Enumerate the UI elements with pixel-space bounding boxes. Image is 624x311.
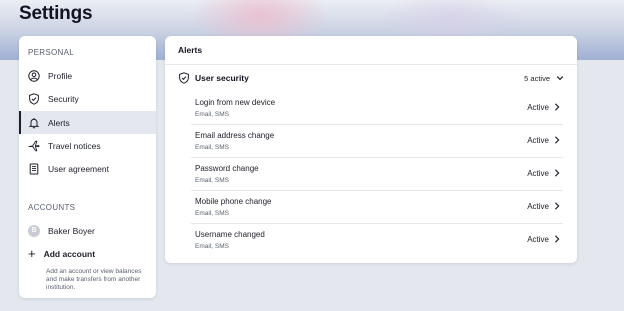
shield-icon — [28, 92, 40, 105]
alert-channels: Email, SMS — [195, 144, 229, 151]
alert-status: Active — [527, 202, 549, 211]
bell-icon — [28, 117, 40, 129]
alert-status: Active — [527, 136, 549, 145]
alert-row-mobile-phone-change[interactable]: Mobile phone change Email, SMS Active — [191, 191, 563, 224]
add-account-description: Add an account or view balances and make… — [46, 268, 142, 291]
panel-divider — [165, 64, 577, 65]
alert-status: Active — [527, 103, 549, 112]
account-item-baker-boyer[interactable]: B Baker Boyer — [19, 219, 156, 242]
sidebar-item-travel-notices[interactable]: Travel notices — [19, 134, 156, 157]
alert-title: Email address change — [195, 131, 275, 140]
sidebar-item-label: Alerts — [48, 117, 70, 128]
alert-row-login-from-new-device[interactable]: Login from new device Email, SMS Active — [191, 92, 563, 125]
sidebar-item-security[interactable]: Security — [19, 87, 156, 110]
page-title: Settings — [19, 3, 93, 24]
alert-channels: Email, SMS — [195, 177, 229, 184]
sidebar-item-label: Security — [48, 93, 79, 104]
sidebar-item-label: User agreement — [48, 163, 109, 174]
user-security-group-header[interactable]: User security 5 active — [178, 71, 564, 85]
alert-row-password-change[interactable]: Password change Email, SMS Active — [191, 158, 563, 191]
add-account-button[interactable]: + Add account — [28, 246, 96, 261]
alert-status: Active — [527, 169, 549, 178]
panel-title: Alerts — [178, 45, 203, 55]
account-avatar: B — [28, 224, 40, 237]
chevron-right-icon — [553, 168, 561, 178]
alert-title: Login from new device — [195, 98, 276, 107]
sidebar-item-alerts[interactable]: Alerts — [19, 111, 156, 134]
user-circle-icon — [28, 69, 40, 82]
account-name: Baker Boyer — [48, 225, 95, 236]
alerts-panel: Alerts User security 5 active Login from… — [165, 36, 577, 263]
personal-section-label: PERSONAL — [28, 48, 74, 57]
chevron-right-icon — [553, 234, 561, 244]
alert-title: Mobile phone change — [195, 197, 272, 206]
shield-check-icon — [178, 72, 190, 84]
add-account-label: Add account — [43, 249, 96, 259]
group-title: User security — [195, 73, 249, 83]
alert-channels: Email, SMS — [195, 243, 229, 250]
group-active-count: 5 active — [524, 73, 550, 83]
sidebar-item-label: Travel notices — [48, 140, 101, 151]
alert-channels: Email, SMS — [195, 111, 229, 118]
alert-title: Username changed — [195, 230, 265, 239]
document-icon — [28, 163, 40, 175]
sidebar-item-user-agreement[interactable]: User agreement — [19, 157, 156, 180]
chevron-right-icon — [553, 135, 561, 145]
airplane-icon — [28, 140, 40, 152]
alert-row-email-address-change[interactable]: Email address change Email, SMS Active — [191, 125, 563, 158]
alert-status: Active — [527, 235, 549, 244]
chevron-right-icon — [553, 102, 561, 112]
accounts-section-label: ACCOUNTS — [28, 203, 76, 212]
settings-sidebar: PERSONAL Profile Security Alerts Travel … — [19, 36, 156, 298]
plus-icon: + — [28, 246, 36, 261]
alert-title: Password change — [195, 164, 259, 173]
chevron-down-icon — [556, 74, 564, 82]
avatar-letter: B — [28, 224, 40, 237]
alert-row-username-changed[interactable]: Username changed Email, SMS Active — [191, 224, 563, 257]
sidebar-item-profile[interactable]: Profile — [19, 64, 156, 87]
chevron-right-icon — [553, 201, 561, 211]
alert-channels: Email, SMS — [195, 210, 229, 217]
sidebar-item-label: Profile — [48, 70, 73, 81]
